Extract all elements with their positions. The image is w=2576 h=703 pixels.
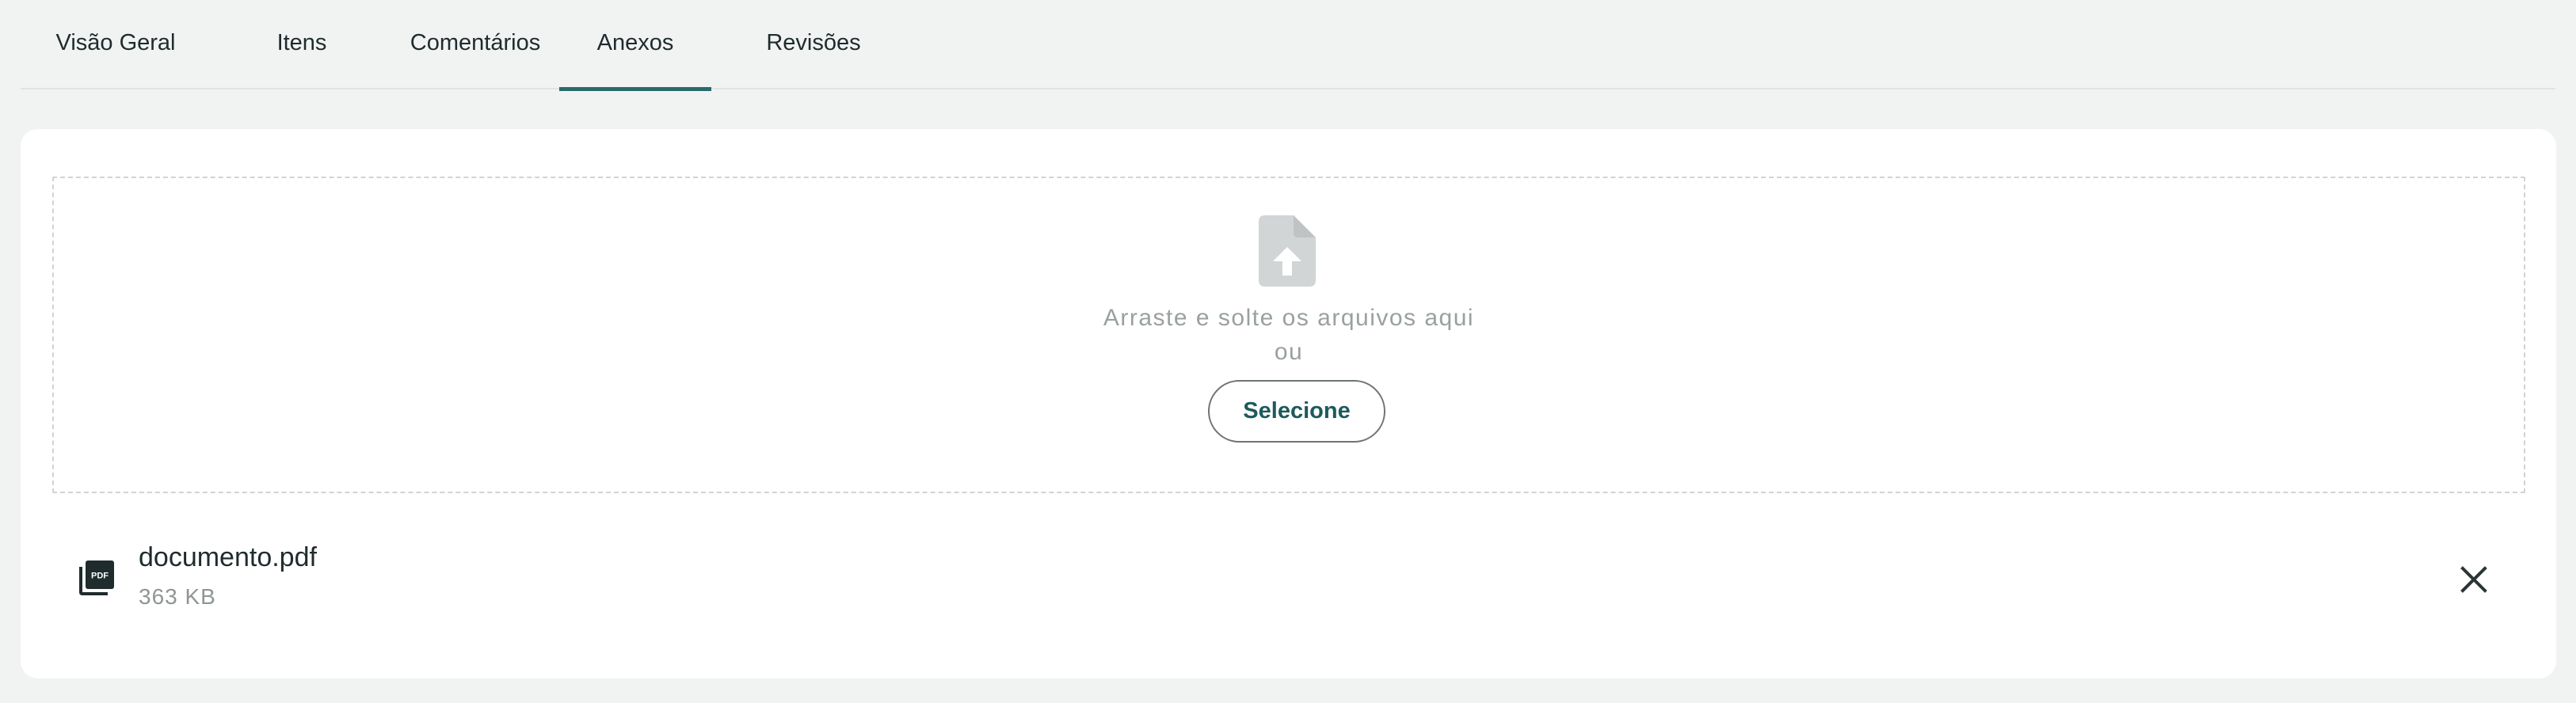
tab-attachments[interactable]: Anexos xyxy=(559,0,711,91)
tab-items[interactable]: Itens xyxy=(227,0,377,89)
tab-overview[interactable]: Visão Geral xyxy=(21,0,211,89)
svg-text:PDF: PDF xyxy=(91,572,109,581)
remove-file-button[interactable] xyxy=(2454,560,2494,599)
tab-revisions[interactable]: Revisões xyxy=(721,0,906,89)
dropzone-instruction: Arraste e solte os arquivos aqui xyxy=(1103,305,1475,331)
select-files-button[interactable]: Selecione xyxy=(1208,380,1385,443)
tab-bar: Visão Geral Itens Comentários Anexos Rev… xyxy=(21,0,2555,91)
close-icon xyxy=(2460,566,2487,593)
file-size: 363 KB xyxy=(139,584,216,609)
file-dropzone[interactable]: Arraste e solte os arquivos aqui ou Sele… xyxy=(52,177,2525,493)
file-upload-icon xyxy=(1259,215,1316,287)
dropzone-or-label: ou xyxy=(1274,339,1304,365)
pdf-icon: PDF xyxy=(79,560,114,595)
tab-comments[interactable]: Comentários xyxy=(372,0,578,89)
file-list-item: PDF documento.pdf 363 KB xyxy=(21,525,2556,644)
file-name: documento.pdf xyxy=(139,542,317,572)
attachments-card: Arraste e solte os arquivos aqui ou Sele… xyxy=(21,129,2556,678)
